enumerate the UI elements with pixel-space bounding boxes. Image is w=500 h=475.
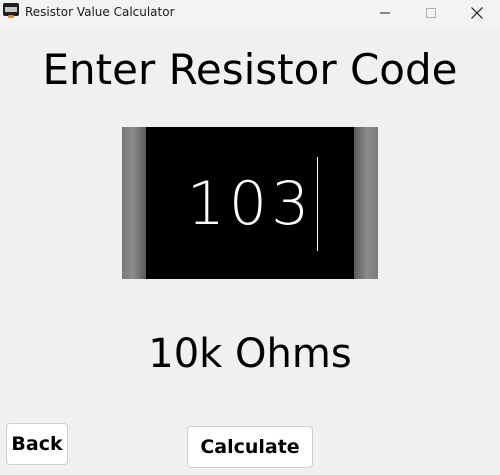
close-button[interactable]	[454, 0, 500, 26]
calculate-button[interactable]: Calculate	[187, 426, 313, 468]
minimize-button[interactable]	[362, 0, 408, 26]
page-title: Enter Resistor Code	[42, 45, 458, 94]
resistor-right-terminal	[354, 127, 378, 279]
resistor-left-terminal	[122, 127, 146, 279]
result-value: 10k Ohms	[148, 331, 352, 377]
text-cursor	[317, 157, 318, 251]
app-window: Resistor Value Calculator Enter Resistor…	[0, 0, 500, 475]
maximize-icon	[426, 8, 436, 18]
resistor-app-icon	[3, 3, 19, 18]
close-icon	[471, 7, 483, 19]
resistor-code-display	[122, 127, 378, 279]
minimize-icon	[380, 12, 390, 14]
title-bar[interactable]: Resistor Value Calculator	[0, 0, 500, 26]
window-title: Resistor Value Calculator	[25, 5, 175, 19]
resistor-code-input[interactable]	[152, 167, 348, 241]
maximize-button[interactable]	[408, 0, 454, 26]
back-button[interactable]: Back	[6, 423, 68, 465]
